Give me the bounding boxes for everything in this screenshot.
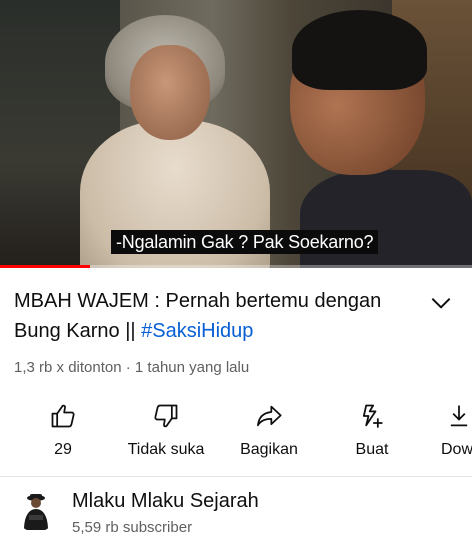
like-button[interactable]: 29 <box>18 400 108 466</box>
video-frame-young-man-hair <box>292 10 427 90</box>
video-progress-bar[interactable] <box>0 265 472 268</box>
dislike-label: Tidak suka <box>127 441 205 458</box>
video-title: MBAH WAJEM : Pernah bertemu dengan Bung … <box>14 286 414 346</box>
channel-name[interactable]: Mlaku Mlaku Sejarah <box>72 490 259 513</box>
divider <box>0 476 472 477</box>
chevron-down-icon[interactable] <box>428 290 454 316</box>
share-icon <box>255 402 283 430</box>
view-count: 1,3 rb x ditonton <box>14 359 122 376</box>
download-icon <box>445 402 472 430</box>
video-player[interactable]: -Ngalamin Gak ? Pak Soekarno? <box>0 0 472 268</box>
create-button[interactable]: Buat <box>327 400 417 466</box>
video-frame-elderly-woman-face <box>130 45 210 140</box>
thumbs-down-icon <box>152 402 180 430</box>
video-caption: -Ngalamin Gak ? Pak Soekarno? <box>111 230 379 254</box>
video-meta: 1,3 rb x ditonton · 1 tahun yang lalu <box>14 359 249 376</box>
download-button[interactable]: Dow <box>424 400 472 466</box>
upload-age: 1 tahun yang lalu <box>134 359 250 376</box>
share-label: Bagikan <box>240 441 298 458</box>
channel-avatar[interactable] <box>14 488 58 532</box>
meta-separator: · <box>121 359 135 376</box>
create-label: Buat <box>355 441 389 458</box>
hashtag-link[interactable]: #SaksiHidup <box>141 320 253 342</box>
share-button[interactable]: Bagikan <box>224 400 314 466</box>
action-bar: 29 Tidak suka Bagikan Buat Dow <box>0 400 472 470</box>
dislike-button[interactable]: Tidak suka <box>121 400 211 466</box>
subscriber-count: 5,59 rb subscriber <box>72 519 193 536</box>
create-icon <box>358 402 386 430</box>
download-label: Dow <box>441 441 472 458</box>
video-progress-fill <box>0 265 90 268</box>
thumbs-up-icon <box>49 402 77 430</box>
video-title-block[interactable]: MBAH WAJEM : Pernah bertemu dengan Bung … <box>14 286 414 346</box>
like-count: 29 <box>54 441 72 458</box>
